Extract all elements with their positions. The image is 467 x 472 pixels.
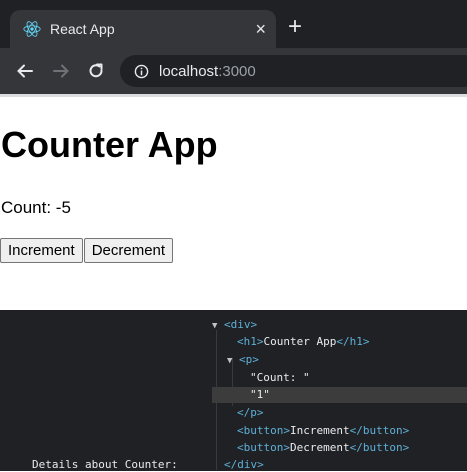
devtools-panel: ▼ <div> <h1>Counter App</h1> ▼ <p> "Coun… (0, 310, 467, 471)
dom-node-div[interactable]: ▼ <div> (212, 318, 257, 333)
back-arrow-icon[interactable] (12, 58, 38, 84)
decrement-button[interactable]: Decrement (83, 238, 174, 263)
forward-arrow-icon[interactable] (48, 58, 74, 84)
div-close-tag: </div> (224, 458, 264, 471)
increment-text: Increment (289, 424, 350, 437)
button-close-tag: </button> (349, 441, 410, 454)
count-value-node: "1" (250, 388, 270, 401)
url-port: :3000 (218, 62, 256, 80)
button-open-tag: <button> (237, 424, 290, 437)
div-open-tag: <div> (224, 318, 258, 331)
button-row: Increment Decrement (0, 238, 174, 263)
details-label: Details about Counter: (32, 458, 178, 471)
dom-node-button-decrement[interactable]: <button>Decrement</button> (237, 441, 409, 455)
decrement-text: Decrement (289, 441, 350, 454)
dom-node-button-increment[interactable]: <button>Increment</button> (237, 424, 409, 438)
dom-text-node-selected[interactable]: "1" (250, 388, 270, 402)
h1-close-tag: </h1> (336, 335, 370, 348)
count-string-node: "Count: " (250, 371, 310, 384)
count-text: Count: -5 (1, 198, 71, 217)
dom-node-p[interactable]: ▼ <p> (227, 353, 259, 368)
tab-title: React App (50, 21, 115, 37)
url-text: localhost:3000 (159, 63, 256, 80)
reload-icon[interactable] (83, 58, 109, 84)
h1-text: Counter App (263, 335, 337, 348)
increment-button[interactable]: Increment (0, 238, 83, 263)
info-icon[interactable] (133, 63, 149, 79)
p-close-tag: </p> (237, 406, 264, 419)
h1-open-tag: <h1> (237, 335, 264, 348)
expand-triangle-icon[interactable]: ▼ (212, 321, 217, 331)
dom-node-div-close[interactable]: </div> (224, 458, 264, 472)
expand-triangle-icon[interactable]: ▼ (227, 356, 232, 366)
url-host: localhost (159, 62, 219, 80)
react-logo-icon (23, 20, 41, 38)
browser-tab[interactable]: React App × (10, 10, 276, 48)
dom-node-p-close[interactable]: </p> (237, 406, 264, 420)
new-tab-icon[interactable]: + (288, 14, 302, 40)
browser-toolbar: localhost:3000 (0, 48, 467, 94)
address-bar[interactable]: localhost:3000 (120, 55, 467, 87)
dom-text-node[interactable]: "Count: " (250, 371, 310, 385)
tab-close-icon[interactable]: × (255, 19, 266, 39)
button-close-tag: </button> (349, 424, 410, 437)
button-open-tag: <button> (237, 441, 290, 454)
dom-node-h1[interactable]: <h1>Counter App</h1> (237, 335, 369, 349)
page-title: Counter App (1, 124, 218, 165)
chrome-divider (0, 94, 467, 97)
p-open-tag: <p> (239, 353, 259, 366)
